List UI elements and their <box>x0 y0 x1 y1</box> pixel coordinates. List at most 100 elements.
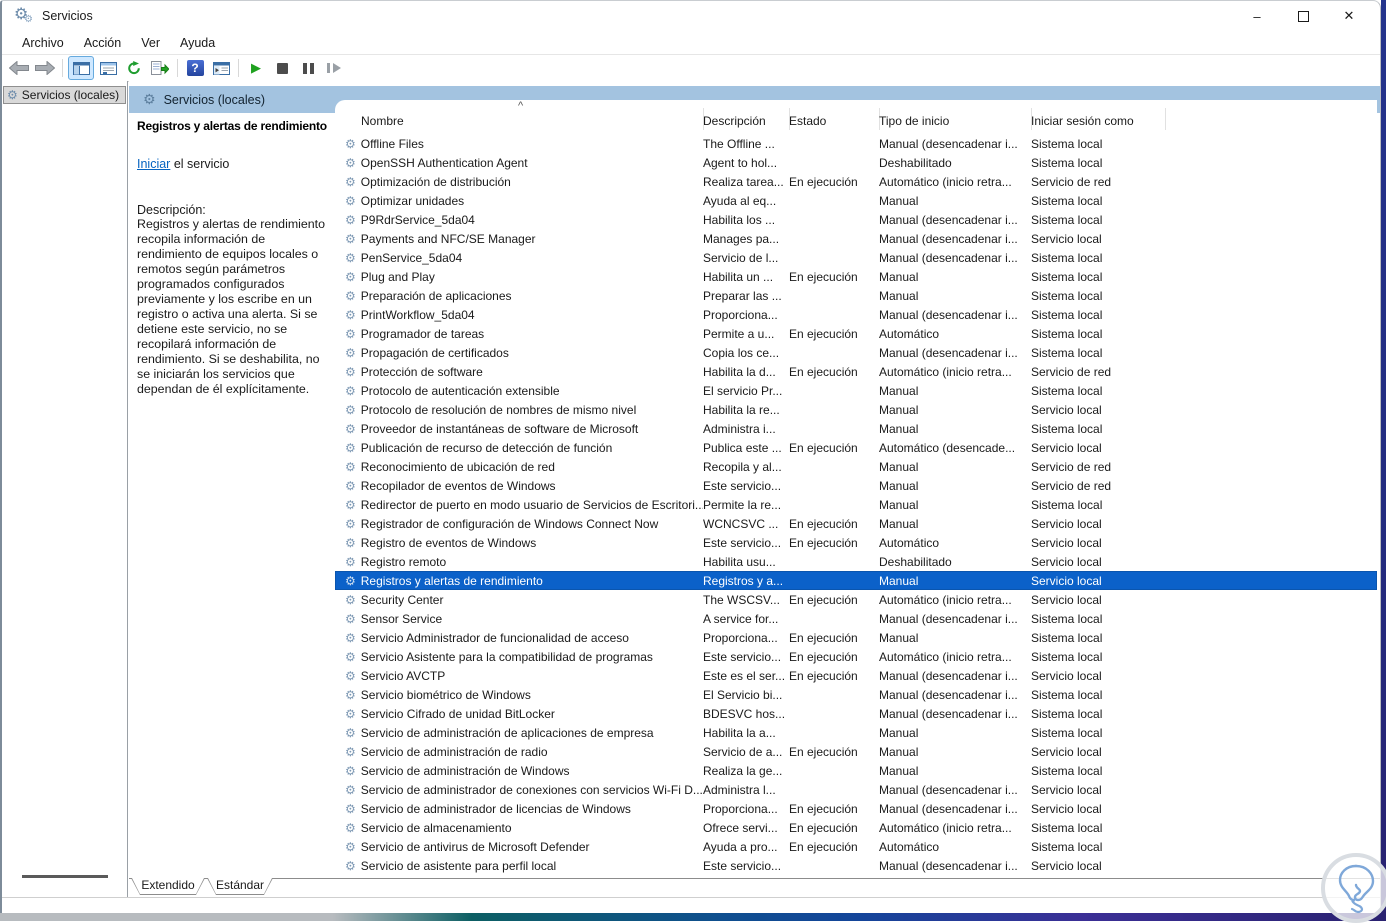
service-row[interactable]: ⚙ Redirector de puerto en modo usuario de… <box>335 495 1377 514</box>
service-row[interactable]: ⚙ Programador de tareas Permite a u... En e… <box>335 324 1377 343</box>
service-row[interactable]: ⚙ Servicio de administración de Windows Re… <box>335 761 1377 780</box>
service-row[interactable]: ⚙ OpenSSH Authentication Agent Agent to ho… <box>335 153 1377 172</box>
service-gear-icon: ⚙ <box>345 212 356 227</box>
menu-ver[interactable]: Ver <box>131 33 170 53</box>
service-row[interactable]: ⚙ Servicio Cifrado de unidad BitLocker BDE… <box>335 704 1377 723</box>
cell-tipo: Manual <box>879 763 919 778</box>
cell-tipo: Manual <box>879 630 919 645</box>
back-icon[interactable] <box>7 57 31 79</box>
cell-tipo: Manual <box>879 402 919 417</box>
start-service-link[interactable]: Iniciar <box>137 157 170 171</box>
cell-desc: Registros y a... <box>703 573 784 588</box>
service-name: Reconocimiento de ubicación de red <box>360 459 555 474</box>
service-gear-icon: ⚙ <box>345 630 356 645</box>
properties-icon[interactable] <box>96 57 120 79</box>
extended-view-icon[interactable] <box>209 57 233 79</box>
close-button[interactable]: ✕ <box>1326 1 1372 31</box>
service-row[interactable]: ⚙ Servicio Administrador de funcionalidad… <box>335 628 1377 647</box>
description-text: Registros y alertas de rendimiento recop… <box>137 217 326 396</box>
menu-accion[interactable]: Acción <box>74 33 132 53</box>
service-name: Servicio Asistente para la compatibilida… <box>360 649 653 664</box>
cell-name: ⚙ PrintWorkflow_5da04 <box>343 308 703 322</box>
service-row[interactable]: ⚙ Servicio Asistente para la compatibilid… <box>335 647 1377 666</box>
service-row[interactable]: ⚙ Servicio de almacenamiento Ofrece servi.… <box>335 818 1377 837</box>
service-row[interactable]: ⚙ Registro de eventos de Windows Este serv… <box>335 533 1377 552</box>
service-row[interactable]: ⚙ Servicio de administrador de licencias … <box>335 799 1377 818</box>
cell-desc: Habilita la re... <box>703 402 780 417</box>
service-row[interactable]: ⚙ Registro remoto Habilita usu... Deshabili… <box>335 552 1377 571</box>
service-row[interactable]: ⚙ Plug and Play Habilita un ... En ejecució… <box>335 267 1377 286</box>
service-row[interactable]: ⚙ Propagación de certificados Copia los ce… <box>335 343 1377 362</box>
maximize-button[interactable] <box>1280 1 1326 31</box>
service-row[interactable]: ⚙ Servicio de administración de aplicacio… <box>335 723 1377 742</box>
cell-name: ⚙ Protección de software <box>343 365 703 379</box>
service-row[interactable]: ⚙ Servicio de administrador de conexiones… <box>335 780 1377 799</box>
tab-extendido[interactable]: Extendido <box>131 878 205 895</box>
cell-tipo: Manual (desencadenar i... <box>879 801 1018 816</box>
service-row[interactable]: ⚙ PenService_5da04 Servicio de l... Manual … <box>335 248 1377 267</box>
export-list-icon[interactable] <box>148 57 172 79</box>
help-icon[interactable]: ? <box>183 57 207 79</box>
title-bar: ⚙ ⚙ Servicios – ✕ <box>2 1 1380 31</box>
service-row[interactable]: ⚙ Protocolo de resolución de nombres de m… <box>335 400 1377 419</box>
service-gear-icon: ⚙ <box>345 136 356 151</box>
service-name: Optimización de distribución <box>360 174 511 189</box>
stop-service-icon[interactable] <box>270 57 294 79</box>
service-name: Servicio AVCTP <box>360 668 446 683</box>
service-gear-icon: ⚙ <box>345 706 356 721</box>
service-row[interactable]: ⚙ Reconocimiento de ubicación de red Recop… <box>335 457 1377 476</box>
cell-tipo: Manual <box>879 744 919 759</box>
service-row[interactable]: ⚙ Protección de software Habilita la d... E… <box>335 362 1377 381</box>
cell-tipo: Manual (desencadenar i... <box>879 611 1018 626</box>
horizontal-scrollbar-thumb[interactable] <box>22 875 108 878</box>
column-header-2[interactable]: Estado <box>789 114 826 128</box>
service-row[interactable]: ⚙ Optimización de distribución Realiza tar… <box>335 172 1377 191</box>
cell-logon: Servicio de red <box>1031 459 1112 474</box>
menu-ayuda[interactable]: Ayuda <box>170 33 225 53</box>
minimize-button[interactable]: – <box>1234 1 1280 31</box>
cell-tipo: Manual <box>879 193 919 208</box>
column-separator[interactable] <box>1165 108 1166 130</box>
service-row[interactable]: ⚙ Preparación de aplicaciones Preparar las… <box>335 286 1377 305</box>
pause-service-icon[interactable] <box>296 57 320 79</box>
cell-desc: Este es el ser... <box>703 668 786 683</box>
cell-tipo: Manual <box>879 459 919 474</box>
service-row[interactable]: ⚙ Servicio de antivirus de Microsoft Defe… <box>335 837 1377 856</box>
service-row[interactable]: ⚙ Security Center The WSCSV... En ejecución… <box>335 590 1377 609</box>
service-row[interactable]: ⚙ P9RdrService_5da04 Habilita los ... Manua… <box>335 210 1377 229</box>
service-row[interactable]: ⚙ Recopilador de eventos de Windows Este s… <box>335 476 1377 495</box>
service-row[interactable]: ⚙ Proveedor de instantáneas de software d… <box>335 419 1377 438</box>
service-row-selected[interactable]: ⚙ Registros y alertas de rendimiento Regis… <box>335 571 1377 590</box>
view-tab-bar: Extendido Estándar <box>129 878 1380 897</box>
tree-item-servicios-locales[interactable]: ⚙ Servicios (locales) <box>3 86 126 104</box>
service-gear-icon: ⚙ <box>345 839 356 854</box>
column-header-4[interactable]: Iniciar sesión como <box>1031 114 1134 128</box>
service-row[interactable]: ⚙ Servicio biométrico de Windows El Servic… <box>335 685 1377 704</box>
start-service-icon[interactable]: ▶ <box>244 57 268 79</box>
refresh-icon[interactable] <box>122 57 146 79</box>
column-header-0[interactable]: Nombre <box>361 114 404 128</box>
show-console-tree-icon[interactable] <box>68 56 94 80</box>
cell-tipo: Manual <box>879 725 919 740</box>
service-row[interactable]: ⚙ Optimizar unidades Ayuda al eq... Manual S… <box>335 191 1377 210</box>
service-row[interactable]: ⚙ Offline Files The Offline ... Manual (des… <box>335 134 1377 153</box>
service-gear-icon: ⚙ <box>345 516 356 531</box>
column-header-1[interactable]: Descripción <box>703 114 766 128</box>
service-row[interactable]: ⚙ Publicación de recurso de detección de … <box>335 438 1377 457</box>
column-header-3[interactable]: Tipo de inicio <box>879 114 949 128</box>
service-row[interactable]: ⚙ Servicio de asistente para perfil local… <box>335 856 1377 875</box>
service-row[interactable]: ⚙ Servicio de administración de radio Serv… <box>335 742 1377 761</box>
cell-logon: Sistema local <box>1031 687 1103 702</box>
service-row[interactable]: ⚙ Servicio AVCTP Este es el ser... En ejecu… <box>335 666 1377 685</box>
forward-icon[interactable] <box>33 57 57 79</box>
service-row[interactable]: ⚙ Protocolo de autenticación extensible El… <box>335 381 1377 400</box>
restart-service-icon[interactable] <box>322 57 346 79</box>
service-row[interactable]: ⚙ Registrador de configuración de Windows… <box>335 514 1377 533</box>
services-gear-icon: ⚙ ⚙ <box>14 4 33 25</box>
tab-estandar[interactable]: Estándar <box>207 878 273 895</box>
service-gear-icon: ⚙ <box>345 364 356 379</box>
service-row[interactable]: ⚙ Payments and NFC/SE Manager Manages pa..… <box>335 229 1377 248</box>
service-row[interactable]: ⚙ Sensor Service A service for... Manual (d… <box>335 609 1377 628</box>
service-row[interactable]: ⚙ PrintWorkflow_5da04 Proporciona... Manual… <box>335 305 1377 324</box>
menu-archivo[interactable]: Archivo <box>12 33 74 53</box>
